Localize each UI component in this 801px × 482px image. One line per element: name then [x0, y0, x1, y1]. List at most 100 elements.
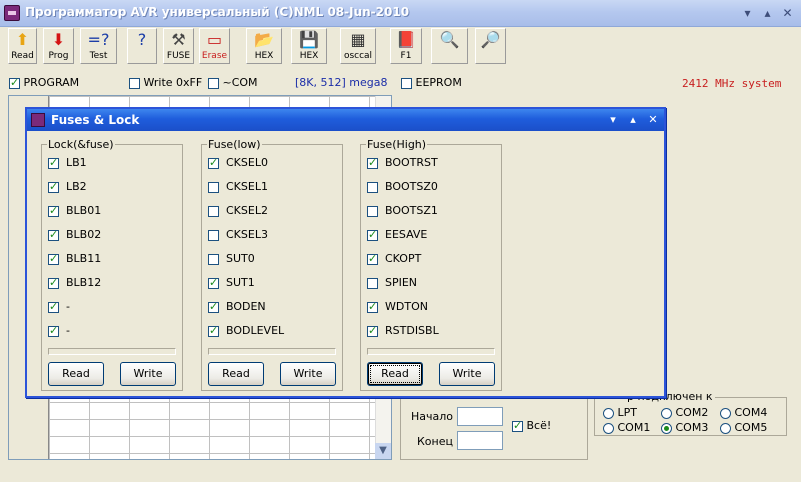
toolbar-button-9[interactable]: 📕 F1 [390, 28, 422, 64]
radio-button[interactable] [720, 422, 731, 434]
fuse-option[interactable]: BOOTRST [367, 156, 438, 169]
fuse-checkbox[interactable] [208, 205, 219, 217]
fuse-checkbox[interactable] [367, 277, 378, 289]
write-button[interactable]: Write [280, 362, 336, 386]
fuse-checkbox[interactable] [48, 252, 59, 265]
radio-button[interactable] [720, 407, 731, 419]
write-ff-option[interactable]: Write 0xFF [129, 76, 202, 89]
app-icon[interactable] [4, 5, 20, 21]
fuse-option[interactable]: - [48, 300, 70, 313]
dialog-minimize-icon[interactable]: ▴ [625, 112, 641, 128]
fuse-checkbox[interactable] [48, 300, 59, 313]
read-button[interactable]: Read [48, 362, 104, 386]
all-option[interactable]: Всё! [512, 419, 551, 432]
fuse-option[interactable]: BOOTSZ0 [367, 180, 438, 193]
fuse-option[interactable]: - [48, 324, 70, 337]
write-button[interactable]: Write [120, 362, 176, 386]
radio-button[interactable] [603, 422, 614, 434]
port-option-com3[interactable]: COM3 [661, 421, 708, 434]
fuse-option[interactable]: BODLEVEL [208, 324, 284, 337]
toolbar-button-0[interactable]: ⬆ Read [8, 28, 37, 64]
fuse-option[interactable]: LB1 [48, 156, 87, 169]
fuse-checkbox[interactable] [48, 228, 59, 241]
toolbar-button-1[interactable]: ⬇ Prog [43, 28, 74, 64]
fuse-checkbox[interactable] [48, 324, 59, 337]
fuse-checkbox[interactable] [208, 229, 219, 241]
fuse-checkbox[interactable] [48, 180, 59, 193]
scroll-down-icon[interactable]: ▼ [375, 443, 391, 459]
dropdown-arrow-icon[interactable]: ▾ [738, 4, 757, 22]
fuse-checkbox[interactable] [367, 205, 378, 217]
fuse-checkbox[interactable] [48, 276, 59, 289]
dialog-close-icon[interactable]: ✕ [645, 112, 661, 128]
fuse-checkbox[interactable] [367, 156, 378, 169]
fuse-checkbox[interactable] [208, 276, 219, 289]
fuse-checkbox[interactable] [367, 324, 378, 337]
radio-button[interactable] [661, 407, 672, 419]
toolbar-button-5[interactable]: ▭ Erase [199, 28, 230, 64]
fuse-option[interactable]: CKSEL0 [208, 156, 268, 169]
toolbar-button-4[interactable]: ⚒ FUSE [163, 28, 194, 64]
fuse-option[interactable]: LB2 [48, 180, 87, 193]
fuse-option[interactable]: SUT1 [208, 276, 255, 289]
start-input[interactable] [457, 407, 503, 426]
com-checkbox[interactable] [208, 77, 219, 89]
toolbar-button-7[interactable]: 💾 HEX [291, 28, 327, 64]
fuse-checkbox[interactable] [367, 252, 378, 265]
end-input[interactable] [457, 431, 503, 450]
fuse-checkbox[interactable] [208, 253, 219, 265]
dialog-dropdown-icon[interactable]: ▾ [605, 112, 621, 128]
read-button[interactable]: Read [367, 362, 423, 386]
dialog-app-icon[interactable] [31, 113, 45, 127]
read-button[interactable]: Read [208, 362, 264, 386]
fuse-option[interactable]: BLB02 [48, 228, 101, 241]
radio-button[interactable] [661, 422, 672, 434]
fuse-option[interactable]: BOOTSZ1 [367, 204, 438, 217]
toolbar-button-3[interactable]: ? [127, 28, 157, 64]
fuse-checkbox[interactable] [208, 181, 219, 193]
toolbar-button-10[interactable]: 🔍 [431, 28, 468, 64]
fuse-checkbox[interactable] [367, 181, 378, 193]
write-button[interactable]: Write [439, 362, 495, 386]
port-option-lpt[interactable]: LPT [603, 406, 637, 419]
eeprom-checkbox[interactable] [401, 77, 412, 89]
fuse-option[interactable]: CKSEL3 [208, 228, 268, 241]
fuse-checkbox[interactable] [208, 156, 219, 169]
fuse-checkbox[interactable] [48, 204, 59, 217]
port-option-com1[interactable]: COM1 [603, 421, 650, 434]
fuse-option[interactable]: CKSEL2 [208, 204, 268, 217]
com-option[interactable]: ~COM [208, 76, 258, 89]
fuse-option[interactable]: RSTDISBL [367, 324, 439, 337]
toolbar-button-2[interactable]: =? Test [80, 28, 117, 64]
fuse-option[interactable]: CKSEL1 [208, 180, 268, 193]
all-checkbox[interactable] [512, 419, 523, 432]
toolbar-button-8[interactable]: ▦ osccal [340, 28, 376, 64]
fuse-option[interactable]: BLB01 [48, 204, 101, 217]
fuse-option[interactable]: BLB12 [48, 276, 101, 289]
close-icon[interactable]: ✕ [778, 4, 797, 22]
radio-button[interactable] [603, 407, 614, 419]
test-icon: =? [87, 30, 110, 49]
program-checkbox[interactable] [9, 76, 20, 89]
minimize-icon[interactable]: ▴ [758, 4, 777, 22]
fuse-option[interactable]: CKOPT [367, 252, 421, 265]
fuse-checkbox[interactable] [208, 300, 219, 313]
fuse-checkbox[interactable] [48, 156, 59, 169]
toolbar-button-11[interactable]: 🔎 [475, 28, 506, 64]
fuse-option[interactable]: SPIEN [367, 276, 417, 289]
fuse-option[interactable]: SUT0 [208, 252, 255, 265]
toolbar-button-6[interactable]: 📂 HEX [246, 28, 282, 64]
port-option-com4[interactable]: COM4 [720, 406, 767, 419]
fuse-option[interactable]: WDTON [367, 300, 428, 313]
fuse-checkbox[interactable] [208, 324, 219, 337]
port-option-com5[interactable]: COM5 [720, 421, 767, 434]
fuse-option[interactable]: BLB11 [48, 252, 101, 265]
fuse-option[interactable]: EESAVE [367, 228, 427, 241]
eeprom-option[interactable]: EEPROM [401, 76, 462, 89]
fuse-checkbox[interactable] [367, 228, 378, 241]
program-option[interactable]: PROGRAM [9, 76, 79, 89]
fuse-option[interactable]: BODEN [208, 300, 266, 313]
fuse-checkbox[interactable] [367, 300, 378, 313]
port-option-com2[interactable]: COM2 [661, 406, 708, 419]
write-ff-checkbox[interactable] [129, 77, 140, 89]
